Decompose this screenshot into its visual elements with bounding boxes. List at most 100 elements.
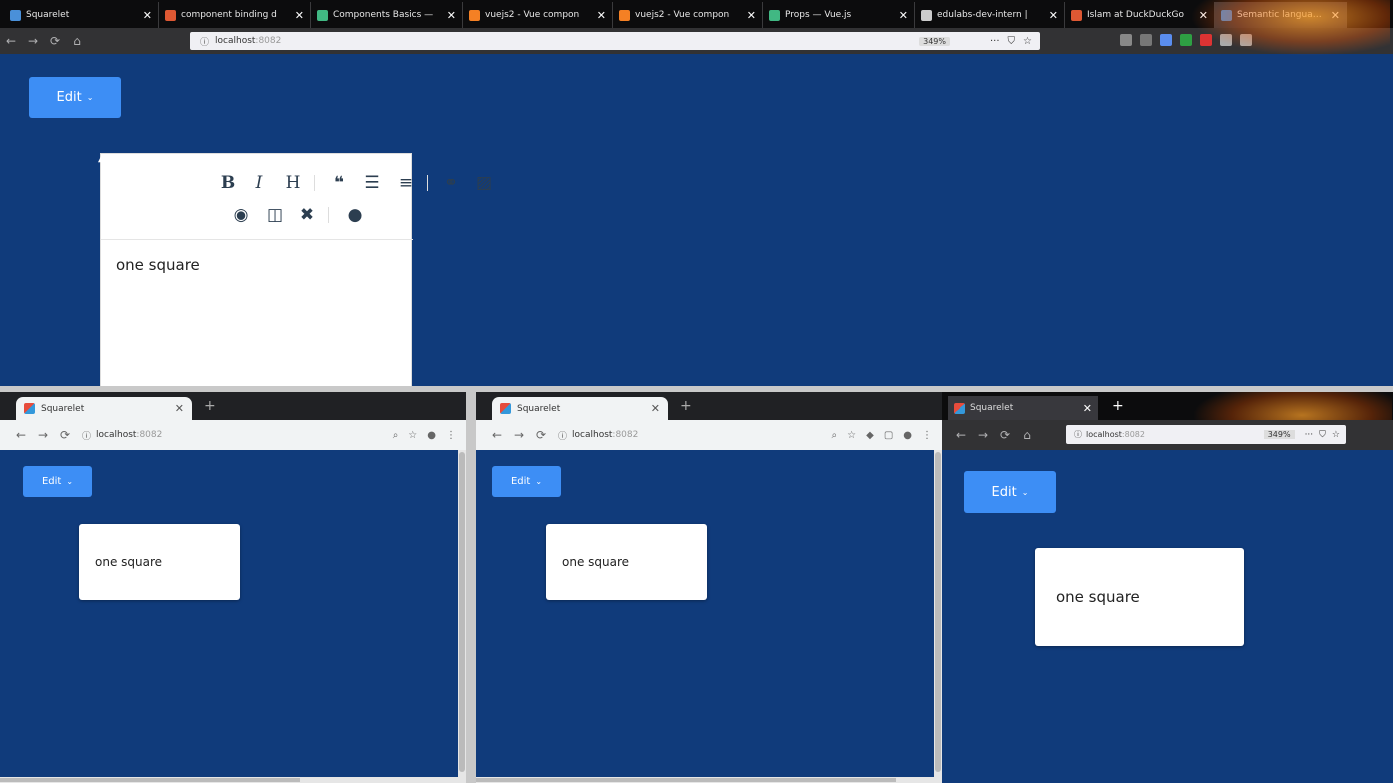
url-bar[interactable]: ⓘ localhost:8082 xyxy=(558,429,638,442)
close-icon[interactable]: ✕ xyxy=(597,9,606,22)
bookmark-star-icon[interactable]: ☆ xyxy=(408,430,417,441)
extension-icon[interactable] xyxy=(1180,34,1192,46)
library-icon[interactable] xyxy=(1120,34,1132,46)
new-tab-icon[interactable]: + xyxy=(204,398,216,414)
browser-tab[interactable]: vuejs2 - Vue compon ✕ xyxy=(463,2,613,28)
unordered-list-icon[interactable]: ☰ xyxy=(361,172,383,194)
close-icon[interactable]: ✕ xyxy=(1083,402,1092,415)
edit-dropdown-button[interactable]: Edit ⌄ xyxy=(29,77,121,118)
forward-icon[interactable]: → xyxy=(32,428,54,442)
close-icon[interactable]: ✕ xyxy=(1199,9,1208,22)
browser-tab[interactable]: edulabs-dev-intern | ✕ xyxy=(915,2,1065,28)
sidebar-icon[interactable] xyxy=(1140,34,1152,46)
site-info-icon[interactable]: ⓘ xyxy=(82,429,91,442)
extension-icon[interactable]: ◆ xyxy=(866,430,874,441)
forward-icon[interactable]: → xyxy=(972,428,994,442)
browser-tab[interactable]: component binding d ✕ xyxy=(159,2,311,28)
ordered-list-icon[interactable]: ≡ xyxy=(395,172,417,194)
bookmark-star-icon[interactable]: ☆ xyxy=(847,430,856,441)
url-bar[interactable]: ⓘ localhost:8082 349% ··· ⛉ ☆ xyxy=(190,32,1040,50)
side-by-side-icon[interactable]: ◫ xyxy=(264,204,286,226)
page-actions-icon[interactable]: ··· xyxy=(1305,430,1314,440)
forward-icon[interactable]: → xyxy=(22,34,44,48)
preview-icon[interactable]: ◉ xyxy=(230,204,252,226)
extension-icon[interactable]: ▢ xyxy=(884,430,893,441)
profile-icon[interactable]: ● xyxy=(903,430,912,441)
browser-tab[interactable]: Components Basics — ✕ xyxy=(311,2,463,28)
horizontal-scrollbar[interactable] xyxy=(476,777,942,783)
close-icon[interactable]: ✕ xyxy=(1049,9,1058,22)
new-tab-icon[interactable]: + xyxy=(680,398,692,414)
zoom-icon[interactable]: ⌕ xyxy=(393,430,399,441)
back-icon[interactable]: ← xyxy=(950,428,972,442)
back-icon[interactable]: ← xyxy=(486,428,508,442)
guide-icon[interactable]: ● xyxy=(344,204,366,226)
browser-tab[interactable]: Islam at DuckDuckGo ✕ xyxy=(1065,2,1215,28)
square-card[interactable]: one square xyxy=(79,524,240,600)
profile-icon[interactable]: ● xyxy=(427,430,436,441)
vertical-scrollbar[interactable] xyxy=(458,450,466,783)
browser-tab[interactable]: Squarelet ✕ xyxy=(948,396,1098,420)
pocket-icon[interactable]: ⛉ xyxy=(1319,430,1326,440)
bold-icon[interactable]: B xyxy=(217,172,239,194)
image-icon[interactable]: ▨ xyxy=(473,172,495,194)
page-actions-icon[interactable]: ··· xyxy=(990,36,1000,47)
close-icon[interactable]: ✕ xyxy=(143,9,152,22)
site-info-icon[interactable]: ⓘ xyxy=(558,429,567,442)
close-icon[interactable]: ✕ xyxy=(1331,9,1340,22)
zoom-indicator[interactable]: 349% xyxy=(919,36,950,46)
back-icon[interactable]: ← xyxy=(10,428,32,442)
markdown-editor[interactable]: B I H ❝ ☰ ≡ ⚭ ▨ ◉ ◫ ✖ ● one square xyxy=(100,153,492,388)
zoom-indicator[interactable]: 349% xyxy=(1263,430,1295,439)
pocket-icon[interactable]: ⛉ xyxy=(1008,36,1016,47)
fullscreen-icon[interactable]: ✖ xyxy=(296,204,318,226)
extension-icon[interactable] xyxy=(1160,34,1172,46)
menu-icon[interactable]: ⋮ xyxy=(446,430,456,441)
url-bar[interactable]: ⓘ localhost:8082 349% ··· ⛉ ☆ xyxy=(1066,425,1346,444)
edit-dropdown-button[interactable]: Edit ⌄ xyxy=(23,466,92,497)
quote-icon[interactable]: ❝ xyxy=(328,172,350,194)
edit-label: Edit xyxy=(56,90,82,105)
extension-icon[interactable] xyxy=(1200,34,1212,46)
editor-text[interactable]: one square xyxy=(116,256,200,274)
browser-tab[interactable]: Squarelet ✕ xyxy=(492,397,668,420)
browser-tab[interactable]: Semantic language pa ✕ xyxy=(1215,2,1347,28)
bookmark-star-icon[interactable]: ☆ xyxy=(1332,430,1340,440)
new-tab-icon[interactable]: + xyxy=(1112,398,1124,414)
close-icon[interactable]: ✕ xyxy=(651,402,660,415)
link-icon[interactable]: ⚭ xyxy=(440,172,462,194)
close-icon[interactable]: ✕ xyxy=(175,402,184,415)
home-icon[interactable]: ⌂ xyxy=(1016,428,1038,442)
menu-icon[interactable] xyxy=(1240,34,1252,46)
heading-icon[interactable]: H xyxy=(282,172,304,194)
site-info-icon[interactable]: ⓘ xyxy=(1074,429,1082,440)
home-icon[interactable]: ⌂ xyxy=(66,34,88,48)
reload-icon[interactable]: ⟳ xyxy=(44,34,66,48)
back-icon[interactable]: ← xyxy=(0,34,22,48)
forward-icon[interactable]: → xyxy=(508,428,530,442)
extension-icon[interactable] xyxy=(1220,34,1232,46)
menu-icon[interactable]: ⋮ xyxy=(922,430,932,441)
square-card[interactable]: one square xyxy=(1035,548,1244,646)
edit-dropdown-button[interactable]: Edit ⌄ xyxy=(492,466,561,497)
url-bar[interactable]: ⓘ localhost:8082 xyxy=(82,429,162,442)
site-info-icon[interactable]: ⓘ xyxy=(200,35,209,48)
square-card[interactable]: one square xyxy=(546,524,707,600)
vertical-scrollbar[interactable] xyxy=(934,450,942,783)
horizontal-scrollbar[interactable] xyxy=(0,777,466,783)
browser-tab[interactable]: vuejs2 - Vue compon ✕ xyxy=(613,2,763,28)
browser-tab[interactable]: Squarelet ✕ xyxy=(4,2,159,28)
reload-icon[interactable]: ⟳ xyxy=(54,428,76,442)
close-icon[interactable]: ✕ xyxy=(899,9,908,22)
italic-icon[interactable]: I xyxy=(248,172,270,194)
close-icon[interactable]: ✕ xyxy=(295,9,304,22)
bookmark-star-icon[interactable]: ☆ xyxy=(1023,36,1032,47)
reload-icon[interactable]: ⟳ xyxy=(530,428,552,442)
close-icon[interactable]: ✕ xyxy=(447,9,456,22)
browser-tab[interactable]: Squarelet ✕ xyxy=(16,397,192,420)
browser-tab[interactable]: Props — Vue.js ✕ xyxy=(763,2,915,28)
edit-dropdown-button[interactable]: Edit ⌄ xyxy=(964,471,1056,513)
close-icon[interactable]: ✕ xyxy=(747,9,756,22)
zoom-icon[interactable]: ⌕ xyxy=(832,430,838,441)
reload-icon[interactable]: ⟳ xyxy=(994,428,1016,442)
